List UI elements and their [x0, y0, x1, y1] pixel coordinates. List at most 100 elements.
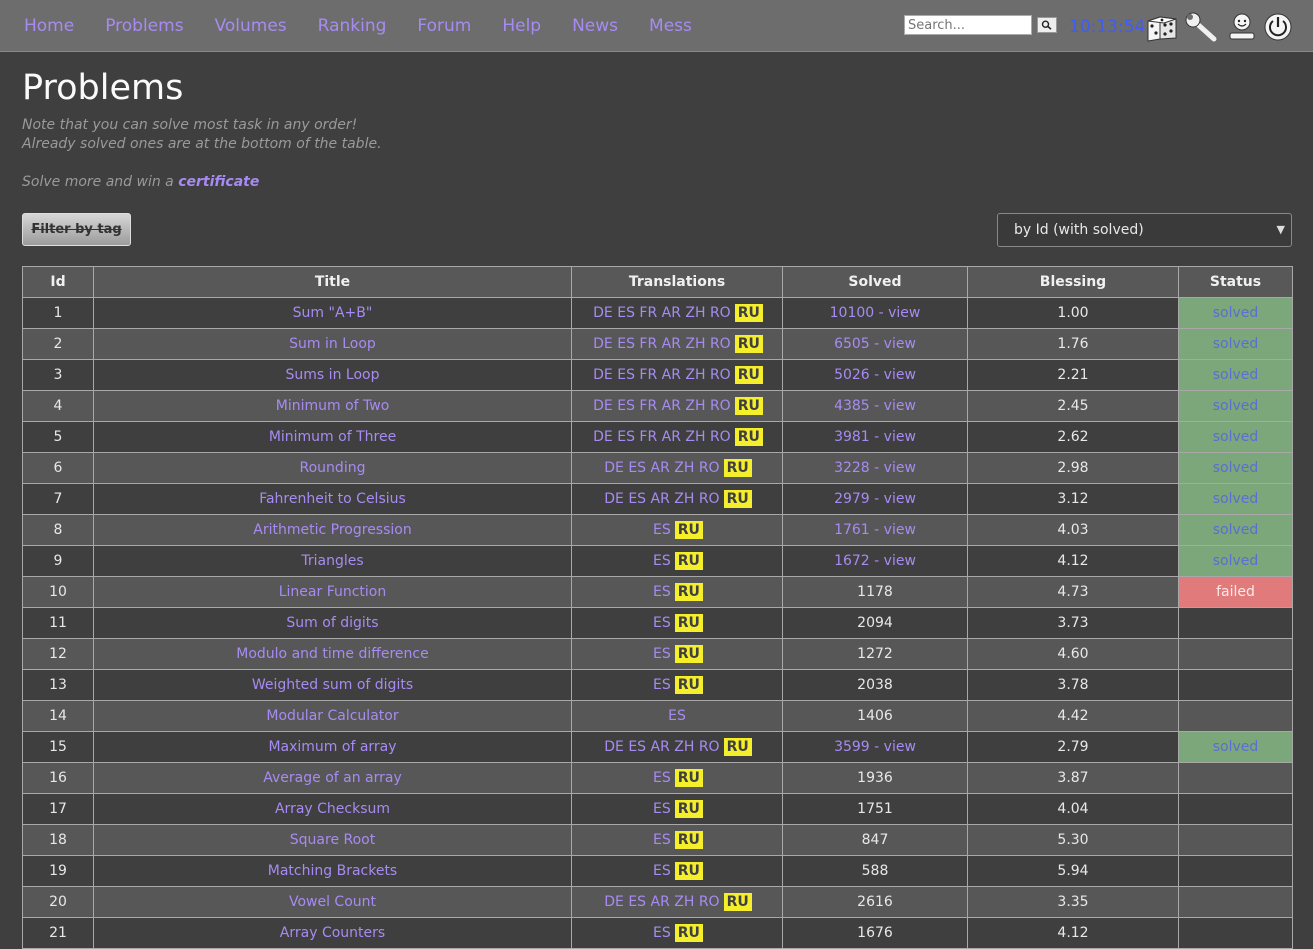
table-row: 17 Array Checksum ES RU 1751 4.04 [22, 793, 1293, 825]
translation-links[interactable]: ES [653, 677, 671, 693]
translation-links[interactable]: ES [653, 770, 671, 786]
translation-links[interactable]: ES [653, 863, 671, 879]
ru-translation-badge[interactable]: RU [674, 614, 703, 632]
problem-title-link[interactable]: Matching Brackets [268, 863, 397, 879]
profile-button[interactable] [1224, 11, 1258, 43]
problem-title-link[interactable]: Array Checksum [275, 801, 390, 817]
translation-links[interactable]: DE ES FR AR ZH RO [593, 429, 731, 445]
ru-translation-badge[interactable]: RU [734, 304, 763, 322]
translation-links[interactable]: DE ES AR ZH RO [604, 739, 719, 755]
translation-links[interactable]: ES [668, 708, 686, 724]
solved-view-link[interactable]: 1761 - view [834, 522, 916, 538]
ru-translation-badge[interactable]: RU [674, 645, 703, 663]
solved-view-link[interactable]: 3981 - view [834, 429, 916, 445]
ru-translation-badge[interactable]: RU [674, 676, 703, 694]
problem-title-link[interactable]: Sum "A+B" [293, 305, 373, 321]
logout-button[interactable] [1262, 11, 1296, 43]
translation-links[interactable]: ES [653, 646, 671, 662]
translation-links[interactable]: ES [653, 615, 671, 631]
nav-news[interactable]: News [572, 16, 618, 36]
translation-links[interactable]: DE ES AR ZH RO [604, 460, 719, 476]
problem-title-link[interactable]: Vowel Count [289, 894, 376, 910]
settings-button[interactable] [1184, 11, 1218, 43]
cell-title: Modulo and time difference [93, 638, 572, 670]
ru-translation-badge[interactable]: RU [674, 800, 703, 818]
translation-links[interactable]: ES [653, 925, 671, 941]
translation-links[interactable]: DE ES FR AR ZH RO [593, 367, 731, 383]
problem-title-link[interactable]: Linear Function [279, 584, 387, 600]
problem-title-link[interactable]: Arithmetic Progression [253, 522, 411, 538]
ru-translation-badge[interactable]: RU [674, 583, 703, 601]
filter-by-tag-button[interactable]: Filter by tag [22, 213, 131, 246]
problem-title-link[interactable]: Modular Calculator [266, 708, 398, 724]
problem-title-link[interactable]: Average of an array [263, 770, 402, 786]
search-button[interactable] [1037, 17, 1057, 33]
problem-title-link[interactable]: Sum of digits [286, 615, 378, 631]
ru-translation-badge[interactable]: RU [734, 428, 763, 446]
problem-title-link[interactable]: Sums in Loop [286, 367, 380, 383]
nav-forum[interactable]: Forum [417, 16, 471, 36]
translation-links[interactable]: ES [653, 801, 671, 817]
problem-title-link[interactable]: Fahrenheit to Celsius [259, 491, 406, 507]
ru-translation-badge[interactable]: RU [734, 397, 763, 415]
cell-id: 1 [22, 297, 94, 329]
problem-title-link[interactable]: Array Counters [280, 925, 385, 941]
problem-title-link[interactable]: Sum in Loop [289, 336, 376, 352]
ru-translation-badge[interactable]: RU [723, 893, 752, 911]
sort-select[interactable]: by Id (with solved) ▼ [997, 213, 1292, 247]
ru-translation-badge[interactable]: RU [723, 459, 752, 477]
translation-links[interactable]: DE ES FR AR ZH RO [593, 398, 731, 414]
table-row: 1 Sum "A+B" DE ES FR AR ZH RO RU 10100 - vie… [22, 297, 1293, 329]
ru-translation-badge[interactable]: RU [674, 924, 703, 942]
ru-translation-badge[interactable]: RU [723, 738, 752, 756]
note-line-2: Already solved ones are at the bottom of… [22, 136, 382, 152]
problem-title-link[interactable]: Weighted sum of digits [252, 677, 413, 693]
translation-links[interactable]: DE ES AR ZH RO [604, 894, 719, 910]
cell-title: Sum "A+B" [93, 297, 572, 329]
solved-view-link[interactable]: 2979 - view [834, 491, 916, 507]
translation-links[interactable]: ES [653, 832, 671, 848]
ru-translation-badge[interactable]: RU [674, 552, 703, 570]
ru-translation-badge[interactable]: RU [674, 521, 703, 539]
random-problem-button[interactable] [1144, 11, 1178, 43]
problem-title-link[interactable]: Minimum of Three [269, 429, 396, 445]
translation-links[interactable]: DE ES AR ZH RO [604, 491, 719, 507]
solved-view-link[interactable]: 10100 - view [830, 305, 921, 321]
problem-title-link[interactable]: Minimum of Two [276, 398, 390, 414]
solved-view-link[interactable]: 1672 - view [834, 553, 916, 569]
solved-view-link[interactable]: 3599 - view [834, 739, 916, 755]
solved-view-link[interactable]: 6505 - view [834, 336, 916, 352]
translation-links[interactable]: DE ES FR AR ZH RO [593, 336, 731, 352]
solved-view-link[interactable]: 4385 - view [834, 398, 916, 414]
problem-title-link[interactable]: Modulo and time difference [236, 646, 428, 662]
cell-title: Modular Calculator [93, 700, 572, 732]
problem-title-link[interactable]: Square Root [290, 832, 375, 848]
nav-volumes[interactable]: Volumes [215, 16, 287, 36]
ru-translation-badge[interactable]: RU [674, 831, 703, 849]
nav-problems[interactable]: Problems [105, 16, 183, 36]
cell-title: Array Checksum [93, 793, 572, 825]
ru-translation-badge[interactable]: RU [674, 862, 703, 880]
solved-view-link[interactable]: 3228 - view [834, 460, 916, 476]
translation-links[interactable]: ES [653, 584, 671, 600]
cell-id: 10 [22, 576, 94, 608]
ru-translation-badge[interactable]: RU [723, 490, 752, 508]
problem-title-link[interactable]: Triangles [301, 553, 363, 569]
solved-view-link[interactable]: 5026 - view [834, 367, 916, 383]
nav-home[interactable]: Home [24, 16, 74, 36]
search-input[interactable] [904, 15, 1032, 35]
problem-title-link[interactable]: Maximum of array [268, 739, 396, 755]
problem-title-link[interactable]: Rounding [300, 460, 366, 476]
certificate-link[interactable]: certificate [178, 174, 259, 190]
ru-translation-badge[interactable]: RU [674, 769, 703, 787]
cell-id: 5 [22, 421, 94, 453]
translation-links[interactable]: ES [653, 522, 671, 538]
ru-translation-badge[interactable]: RU [734, 335, 763, 353]
nav-help[interactable]: Help [502, 16, 541, 36]
cell-blessing: 2.62 [967, 421, 1179, 453]
translation-links[interactable]: ES [653, 553, 671, 569]
ru-translation-badge[interactable]: RU [734, 366, 763, 384]
translation-links[interactable]: DE ES FR AR ZH RO [593, 305, 731, 321]
nav-ranking[interactable]: Ranking [318, 16, 387, 36]
nav-mess[interactable]: Mess [649, 16, 692, 36]
